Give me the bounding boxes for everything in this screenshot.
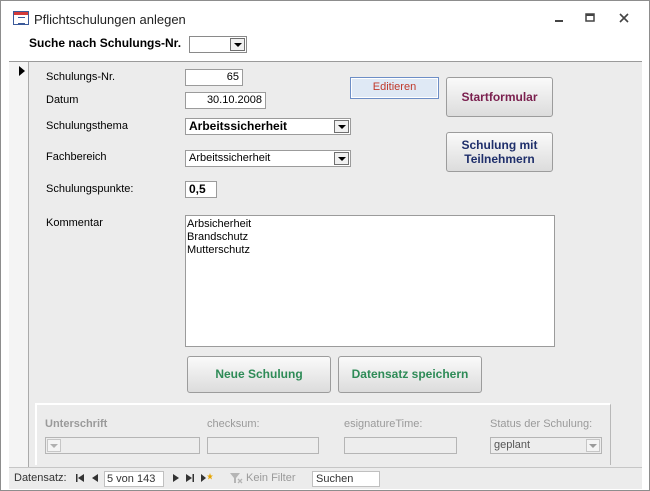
- chevron-down-icon: [47, 439, 61, 452]
- thema-value: Arbeitssicherheit: [189, 119, 288, 133]
- thema-label: Schulungsthema: [46, 120, 128, 132]
- neue-schulung-label: Neue Schulung: [215, 367, 303, 381]
- schulung-teilnehmer-button[interactable]: Schulung mit Teilnehmern: [446, 132, 553, 172]
- form-window: Pflichtschulungen anlegen Suche nach Sch…: [0, 0, 650, 491]
- nav-search-input[interactable]: Suchen: [312, 471, 380, 487]
- next-record-icon[interactable]: [171, 472, 181, 488]
- nav-label: Datensatz:: [14, 472, 67, 484]
- record-selector[interactable]: [9, 62, 29, 467]
- editieren-button[interactable]: Editieren: [350, 77, 439, 99]
- punkte-field[interactable]: 0,5: [185, 181, 217, 198]
- previous-record-icon[interactable]: [90, 472, 100, 488]
- status-value: geplant: [494, 439, 531, 451]
- search-combobox[interactable]: [189, 36, 247, 53]
- startformular-label: Startformular: [461, 90, 538, 104]
- current-record-icon: [19, 66, 25, 76]
- first-record-icon[interactable]: [75, 472, 85, 488]
- last-record-icon[interactable]: [185, 472, 195, 488]
- minimize-icon[interactable]: [551, 10, 567, 26]
- time-field: [344, 437, 457, 454]
- datum-label: Datum: [46, 94, 79, 106]
- nr-label: Schulungs-Nr.: [46, 71, 116, 83]
- window-title: Pflichtschulungen anlegen: [34, 12, 186, 27]
- nr-field[interactable]: 65: [185, 69, 243, 86]
- checksum-field: [207, 437, 319, 454]
- chevron-down-icon[interactable]: [586, 439, 600, 452]
- fachbereich-combobox[interactable]: Arbeitssicherheit: [185, 150, 351, 167]
- kommentar-line: Mutterschutz: [187, 244, 250, 256]
- neue-schulung-button[interactable]: Neue Schulung: [187, 356, 331, 393]
- thema-combobox[interactable]: Arbeitssicherheit: [185, 118, 351, 135]
- schulung-button-line2: Teilnehmern: [464, 152, 535, 166]
- record-navigation-bar: Datensatz: 5 von 143 Kein Filter Suchen: [9, 467, 642, 489]
- title-bar: Pflichtschulungen anlegen: [1, 1, 649, 33]
- status-label: Status der Schulung:: [490, 418, 593, 430]
- chevron-down-icon[interactable]: [334, 152, 349, 165]
- checksum-label: checksum:: [207, 418, 260, 430]
- fachbereich-value: Arbeitssicherheit: [189, 152, 271, 164]
- form-header: Suche nach Schulungs-Nr.: [9, 33, 642, 62]
- filter-icon[interactable]: [229, 472, 243, 488]
- status-combobox[interactable]: geplant: [490, 437, 602, 454]
- search-label: Suche nach Schulungs-Nr.: [29, 36, 182, 50]
- filter-status[interactable]: Kein Filter: [246, 471, 296, 487]
- chevron-down-icon[interactable]: [230, 38, 245, 51]
- form-detail: Schulungs-Nr. 65 Datum 30.10.2008 Schulu…: [9, 62, 642, 467]
- signature-panel: Unterschrift checksum: esignatureTime: S…: [35, 403, 611, 465]
- speichern-label: Datensatz speichern: [351, 367, 469, 381]
- kommentar-line: Arbsicherheit: [187, 218, 252, 230]
- unterschrift-field: [45, 437, 200, 454]
- speichern-button[interactable]: Datensatz speichern: [338, 356, 482, 393]
- close-icon[interactable]: [616, 10, 632, 26]
- chevron-down-icon[interactable]: [334, 120, 349, 133]
- form-icon: [13, 11, 29, 25]
- startformular-button[interactable]: Startformular: [446, 77, 553, 117]
- kommentar-label: Kommentar: [46, 217, 103, 229]
- datum-field[interactable]: 30.10.2008: [185, 92, 266, 109]
- time-label: esignatureTime:: [344, 418, 423, 430]
- punkte-label: Schulungspunkte:: [46, 183, 134, 195]
- kommentar-line: Brandschutz: [187, 231, 249, 243]
- current-record-field[interactable]: 5 von 143: [104, 471, 164, 487]
- kommentar-field[interactable]: Arbsicherheit Brandschutz Mutterschutz: [185, 215, 555, 347]
- schulung-button-line1: Schulung mit: [461, 138, 538, 152]
- restore-icon[interactable]: [582, 10, 598, 26]
- unterschrift-label: Unterschrift: [45, 418, 108, 430]
- new-record-icon[interactable]: [200, 472, 214, 488]
- fachbereich-label: Fachbereich: [46, 151, 107, 163]
